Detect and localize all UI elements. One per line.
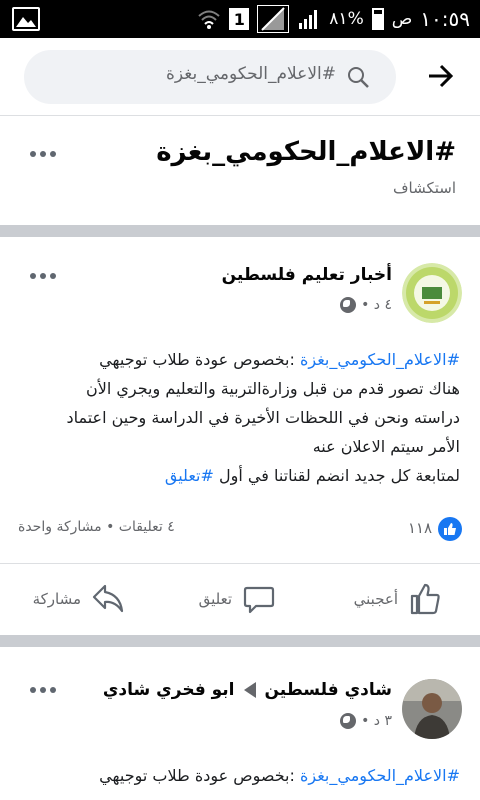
gallery-notification-icon (12, 7, 40, 31)
comment-icon (243, 586, 275, 614)
globe-icon (340, 297, 357, 313)
post-line-2: هناك تصور قدم من قبل وزارةالتربية والتعل… (85, 379, 460, 398)
post-body: #الاعلام_الحكومي_بغزة :بخصوص عودة طلاب ت… (16, 761, 460, 790)
post-line-3: دراسته ونحن في اللحظات الأخيرة في الدراس… (66, 408, 460, 427)
status-bar: 1 ٨١% ص ١٠:٥٩ (0, 0, 480, 38)
post-time: ٤ د • (361, 297, 392, 313)
post-target-name[interactable]: ابو فخري شادي (103, 680, 235, 700)
post-hashtag-comment[interactable]: #تعليق (165, 466, 214, 485)
share-label: مشاركة (32, 590, 81, 608)
status-right: 1 ٨١% ص ١٠:٥٩ (197, 5, 470, 33)
battery-percent: ٨١% (329, 9, 364, 29)
user-avatar[interactable] (402, 679, 462, 739)
search-input[interactable]: #الاعلام_الحكومي_بغزة (24, 50, 396, 104)
search-query: #الاعلام_الحكومي_بغزة (165, 64, 336, 84)
post-meta: ٣ د • (340, 713, 392, 729)
clock: ١٠:٥٩ (420, 7, 470, 31)
globe-icon (340, 713, 357, 729)
topic-header: #الاعلام_الحكومي_بغزة استكشاف (0, 117, 480, 225)
post-card: أخبار تعليم فلسطين ٤ د • #الاعلام_الحكوم… (0, 237, 480, 635)
no-signal-icon (257, 5, 290, 33)
post-card: شادي فلسطين ابو فخري شادي ٣ د • #الاعلام… (0, 647, 480, 800)
like-count[interactable]: ١١٨ (408, 519, 432, 537)
section-divider (0, 635, 480, 647)
topic-more-options-icon[interactable] (30, 151, 56, 157)
wifi-icon (198, 10, 220, 29)
like-button[interactable]: أعجبني (354, 564, 442, 634)
comment-label: تعليق (198, 590, 232, 608)
post-line-1-text: :بخصوص عودة طلاب توجيهي (99, 350, 300, 369)
share-icon (92, 584, 124, 613)
thumbs-up-icon (410, 583, 440, 615)
am-pm: ص (391, 9, 413, 29)
like-label: أعجبني (353, 590, 398, 608)
post-actions: أعجبني تعليق مشاركة (0, 563, 480, 633)
post-line-1: #الاعلام_الحكومي_بغزة :بخصوص عودة طلاب ت… (16, 761, 460, 790)
post-meta: ٤ د • (340, 297, 392, 313)
signal-icon (299, 10, 318, 29)
post-author-name[interactable]: شادي فلسطين (265, 680, 393, 700)
post-line-5: لمتابعة كل جديد انضم لقناتنا في أول #تعل… (16, 461, 460, 490)
post-time: ٣ د • (361, 713, 392, 729)
post-stats: ١١٨ ٤ تعليقات • مشاركة واحدة (18, 517, 462, 541)
triangle-arrow-icon (243, 682, 256, 698)
engagement-summary[interactable]: ٤ تعليقات • مشاركة واحدة (18, 519, 175, 535)
post-more-options-icon[interactable] (30, 273, 56, 279)
comment-button[interactable]: تعليق (199, 564, 276, 634)
post-more-options-icon[interactable] (30, 687, 56, 693)
section-divider (0, 225, 480, 237)
post-author: شادي فلسطين ابو فخري شادي (103, 680, 392, 700)
post-line-5-text: لمتابعة كل جديد انضم لقناتنا في أول (213, 466, 460, 485)
back-arrow-icon[interactable] (426, 62, 454, 90)
topic-title: #الاعلام_الحكومي_بغزة (156, 137, 456, 167)
like-reaction-icon[interactable] (438, 517, 462, 541)
search-header: #الاعلام_الحكومي_بغزة (0, 38, 480, 116)
page-avatar[interactable] (402, 263, 462, 323)
topic-subtitle: استكشاف (392, 179, 456, 197)
search-icon (348, 67, 369, 88)
post-hashtag[interactable]: #الاعلام_الحكومي_بغزة (300, 766, 460, 785)
post-author[interactable]: أخبار تعليم فلسطين (222, 265, 392, 285)
share-button[interactable]: مشاركة (33, 564, 125, 634)
post-line-1: #الاعلام_الحكومي_بغزة :بخصوص عودة طلاب ت… (16, 345, 460, 374)
screen: 1 ٨١% ص ١٠:٥٩ #الاعلام_الحكومي_بغزة #الا… (0, 0, 480, 800)
post-hashtag[interactable]: #الاعلام_الحكومي_بغزة (300, 350, 460, 369)
sim-badge: 1 (229, 8, 250, 30)
post-body: #الاعلام_الحكومي_بغزة :بخصوص عودة طلاب ت… (16, 345, 460, 490)
post-line-4: الأمر سيتم الاعلان عنه (312, 437, 460, 456)
post-line-1-text: :بخصوص عودة طلاب توجيهي (99, 766, 300, 785)
battery-icon (371, 8, 384, 30)
status-left (12, 7, 40, 31)
